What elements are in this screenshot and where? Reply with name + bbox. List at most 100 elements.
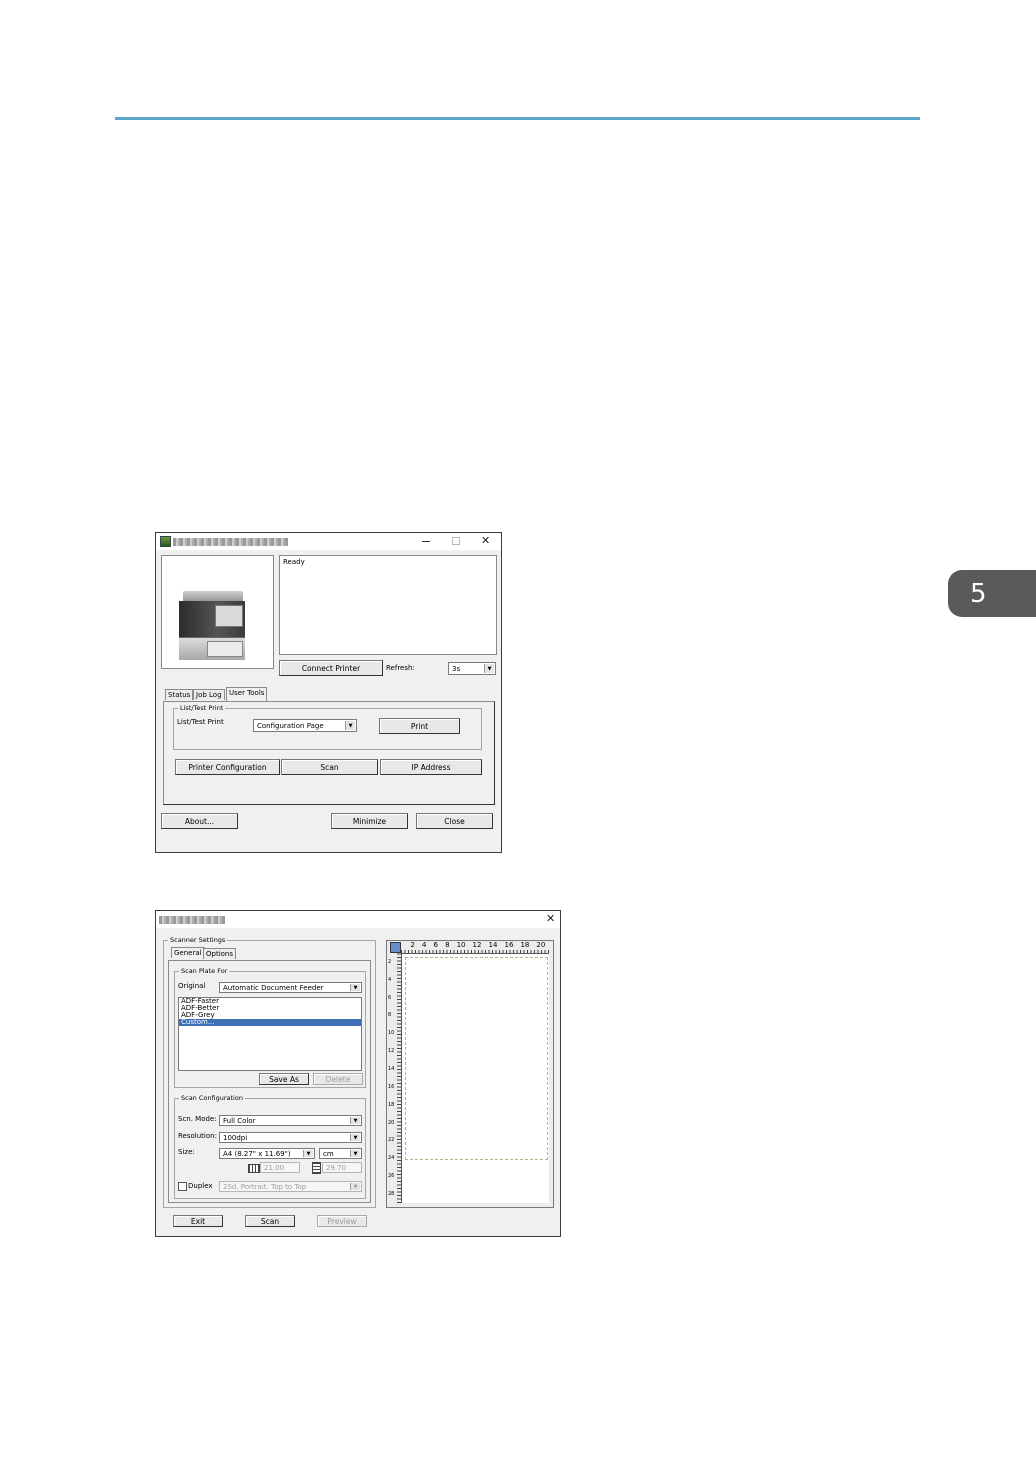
resolution-select[interactable]: 100dpi ▼ (219, 1132, 362, 1143)
close-window-icon[interactable]: ✕ (481, 534, 490, 547)
save-as-button[interactable]: Save As (259, 1073, 309, 1085)
ruler-label: 20 (388, 1119, 395, 1126)
minimize-window-icon[interactable] (422, 541, 430, 542)
top-ruler: 2 4 6 8 10 12 14 16 18 20 (401, 941, 549, 954)
status-display: Ready (279, 555, 497, 655)
size-select[interactable]: A4 (8.27" x 11.69") ▼ (219, 1148, 315, 1159)
scan-mode-select[interactable]: Full Color ▼ (219, 1115, 362, 1126)
ruler-label: 8 (388, 1012, 392, 1019)
size-label: Size: (178, 1148, 195, 1156)
width-field: 21.00 (260, 1162, 300, 1173)
printer-image-panel (161, 555, 274, 669)
unit-select[interactable]: cm ▼ (319, 1148, 362, 1159)
list-test-print-label: List/Test Print (177, 718, 224, 726)
tab-general[interactable]: General (171, 947, 205, 958)
duplex-select: 2Sd. Portrait: Top to Top ▼ (219, 1181, 362, 1192)
chevron-down-icon: ▼ (350, 1117, 360, 1124)
header-rule (115, 117, 920, 120)
blurred-window-title (159, 916, 225, 924)
scan-button[interactable]: Scan (245, 1215, 295, 1227)
scan-area-outline[interactable] (405, 957, 548, 1160)
ruler-label: 6 (388, 994, 392, 1001)
chapter-tab: 5 (948, 570, 1036, 617)
tab-panel: Scan Plate For Original Automatic Docume… (168, 960, 371, 1203)
print-button[interactable]: Print (379, 718, 460, 734)
title-bar: ✕ (156, 533, 501, 550)
ruler-label: 12 (472, 941, 482, 949)
ruler-label: 2 (410, 941, 415, 949)
preset-list[interactable]: ADF-Faster ADF-Better ADF-Grey Custom... (178, 997, 362, 1071)
ip-address-button[interactable]: IP Address (380, 759, 482, 775)
chevron-down-icon: ▼ (350, 1150, 360, 1157)
ruler-label: 24 (388, 1155, 395, 1162)
height-icon (312, 1162, 321, 1174)
height-field: 29.70 (322, 1162, 362, 1173)
chevron-down-icon: ▼ (350, 984, 360, 991)
ruler-label: 14 (388, 1065, 395, 1072)
scan-configuration-group: Scan Configuration Scn. Mode: Full Color… (174, 1094, 366, 1199)
status-text: Ready (283, 558, 305, 566)
tab-job-log[interactable]: Job Log (193, 689, 225, 700)
tab-user-tools[interactable]: User Tools (226, 687, 268, 702)
chevron-down-icon: ▼ (484, 664, 494, 673)
close-window-icon[interactable]: ✕ (546, 912, 555, 925)
chevron-down-icon: ▼ (303, 1150, 313, 1157)
blurred-window-title (173, 538, 288, 546)
ruler-label: 6 (433, 941, 439, 949)
ruler-label: 14 (488, 941, 498, 949)
ruler-label: 28 (388, 1190, 395, 1197)
ruler-label: 16 (504, 941, 514, 949)
printer-image (177, 591, 249, 661)
minimize-button[interactable]: Minimize (331, 813, 408, 829)
tab-panel: List/Test Print List/Test Print Configur… (163, 701, 495, 805)
connect-printer-button[interactable]: Connect Printer (279, 660, 383, 676)
resolution-label: Resolution: (178, 1132, 217, 1140)
chevron-down-icon: ▼ (350, 1134, 360, 1141)
list-test-print-group: List/Test Print List/Test Print Configur… (173, 704, 482, 750)
tab-status[interactable]: Status (165, 689, 194, 700)
ruler-label: 10 (388, 1030, 395, 1037)
tab-options[interactable]: Options (203, 948, 237, 959)
ruler-label: 8 (445, 941, 450, 949)
chevron-down-icon: ▼ (350, 1183, 360, 1190)
printer-configuration-button[interactable]: Printer Configuration (175, 759, 280, 775)
delete-button: Delete (313, 1073, 363, 1085)
about-button[interactable]: About... (161, 813, 238, 829)
ruler-label: 12 (388, 1048, 395, 1055)
chevron-down-icon: ▼ (345, 721, 355, 730)
ruler-corner-icon (390, 942, 401, 953)
list-item-selected[interactable]: Custom... (179, 1019, 361, 1026)
scanner-settings-window: ✕ Scanner Settings General Options Scan … (155, 910, 561, 1237)
left-ruler: 2 4 6 8 10 12 14 16 18 20 22 24 26 28 (387, 953, 402, 1203)
original-select[interactable]: Automatic Document Feeder ▼ (219, 982, 362, 993)
exit-button[interactable]: Exit (173, 1215, 223, 1227)
width-icon (248, 1164, 260, 1173)
scan-button[interactable]: Scan (281, 759, 378, 775)
scan-plate-group: Scan Plate For Original Automatic Docume… (174, 967, 366, 1088)
preview-area: 2 4 6 8 10 12 14 16 18 20 2 4 6 8 10 12 … (386, 940, 554, 1208)
app-icon (160, 536, 171, 547)
ruler-label: 20 (536, 941, 546, 949)
close-button[interactable]: Close (416, 813, 493, 829)
preview-button: Preview (317, 1215, 367, 1227)
scanner-settings-group: Scanner Settings General Options Scan Pl… (163, 936, 376, 1208)
ruler-label: 16 (388, 1083, 395, 1090)
list-test-print-select[interactable]: Configuration Page ▼ (253, 719, 357, 732)
duplex-checkbox[interactable] (178, 1182, 187, 1191)
ruler-label: 18 (388, 1101, 395, 1108)
ruler-label: 18 (520, 941, 530, 949)
maximize-window-icon (452, 537, 460, 545)
ruler-label: 10 (456, 941, 466, 949)
refresh-label: Refresh: (386, 664, 415, 672)
status-monitor-window: ✕ Ready Connect Printer Refresh: 3s ▼ Sta… (155, 532, 502, 853)
original-label: Original (178, 982, 206, 990)
ruler-label: 4 (388, 976, 392, 983)
ruler-label: 22 (388, 1137, 395, 1144)
preview-canvas[interactable] (402, 954, 549, 1203)
ruler-label: 4 (422, 941, 427, 949)
title-bar: ✕ (156, 911, 560, 928)
ruler-label: 2 (388, 958, 392, 965)
refresh-select[interactable]: 3s ▼ (448, 662, 496, 675)
duplex-label: Duplex (188, 1182, 213, 1190)
scan-mode-label: Scn. Mode: (178, 1115, 217, 1123)
